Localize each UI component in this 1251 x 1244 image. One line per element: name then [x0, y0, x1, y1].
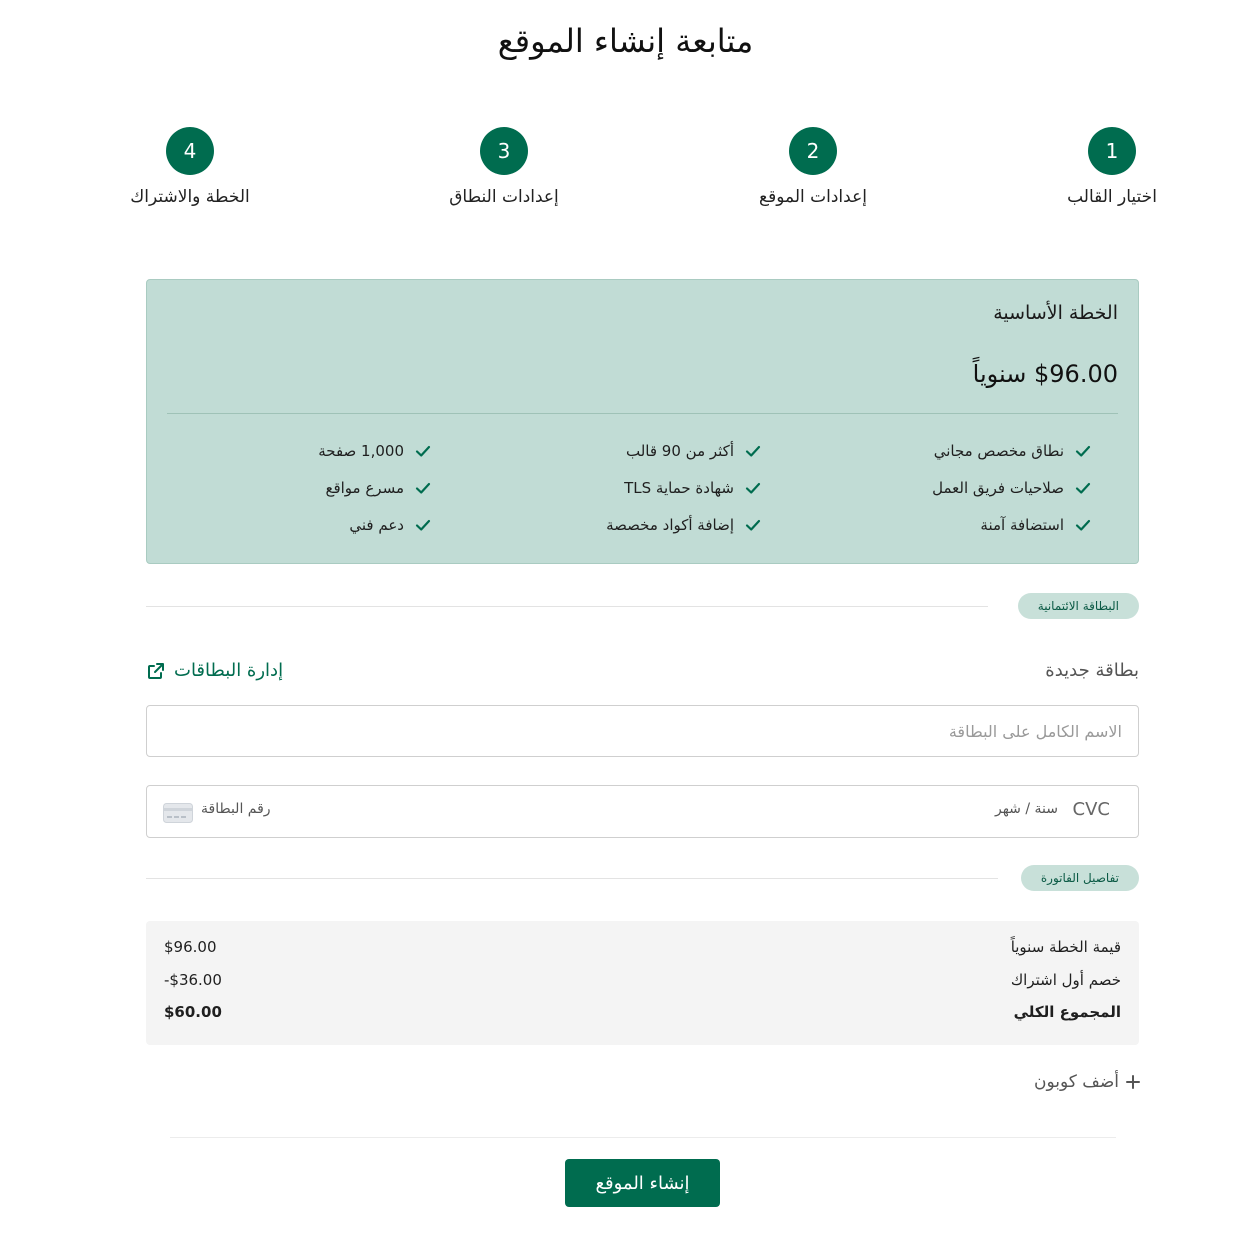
check-icon — [745, 482, 761, 494]
step-label: إعدادات النطاق — [449, 187, 559, 207]
feature-label: مسرع مواقع — [325, 479, 404, 497]
invoice-row: قيمة الخطة سنوياً $96.00 — [164, 938, 1121, 960]
step-number: 1 — [1088, 127, 1136, 175]
invoice-row-label: خصم أول اشتراك — [1010, 971, 1121, 989]
feature-label: استضافة آمنة — [980, 516, 1064, 534]
credit-card-badge: البطاقة الائتمانية — [1017, 593, 1139, 619]
cardholder-name-field[interactable] — [146, 705, 1139, 757]
plan-name: الخطة الأساسية — [993, 302, 1118, 324]
feature-label: أكثر من 90 قالب — [625, 442, 734, 460]
external-link-icon — [148, 662, 164, 679]
manage-cards-label: إدارة البطاقات — [174, 660, 284, 681]
step-label: الخطة والاشتراك — [130, 187, 250, 207]
feature-label: 1,000 صفحة — [318, 442, 404, 460]
credit-card-icon — [163, 803, 193, 823]
feature-label: شهادة حماية TLS — [624, 479, 734, 497]
feature-item: استضافة آمنة — [980, 516, 1092, 534]
feature-item: أكثر من 90 قالب — [626, 442, 762, 460]
check-icon — [415, 519, 431, 531]
invoice-row-label: قيمة الخطة سنوياً — [1010, 938, 1121, 956]
card-number-input[interactable]: رقم البطاقة — [201, 801, 271, 817]
invoice-total-label: المجموع الكلي — [1013, 1003, 1121, 1021]
step-plan-subscription[interactable]: 4 الخطة والاشتراك — [90, 127, 290, 207]
section-divider — [146, 606, 988, 607]
invoice-section-header: تفاصيل الفاتورة — [146, 865, 1139, 891]
check-icon — [415, 445, 431, 457]
invoice-summary: قيمة الخطة سنوياً $96.00 خصم أول اشتراك … — [146, 921, 1139, 1045]
credit-card-section-header: البطاقة الائتمانية — [146, 593, 1139, 619]
feature-label: صلاحيات فريق العمل — [932, 479, 1064, 497]
section-divider — [146, 878, 998, 879]
card-details-field[interactable]: CVC سنة / شهر رقم البطاقة — [146, 785, 1139, 838]
check-icon — [1075, 445, 1091, 457]
create-site-button[interactable]: إنشاء الموقع — [565, 1159, 720, 1207]
invoice-row-value: $96.00 — [164, 938, 217, 956]
manage-cards-link[interactable]: إدارة البطاقات — [146, 660, 283, 681]
page-title: متابعة إنشاء الموقع — [497, 22, 754, 60]
check-icon — [1075, 482, 1091, 494]
card-expiry-input[interactable]: سنة / شهر — [995, 801, 1058, 817]
card-cvc-input[interactable]: CVC — [1073, 799, 1110, 820]
feature-item: 1,000 صفحة — [318, 442, 432, 460]
feature-item: إضافة أكواد مخصصة — [606, 516, 762, 534]
invoice-total-row: المجموع الكلي $60.00 — [164, 1003, 1121, 1025]
step-label: إعدادات الموقع — [759, 187, 867, 207]
new-card-label: بطاقة جديدة — [1045, 660, 1139, 681]
plus-icon — [1126, 1075, 1140, 1089]
stepper: 1 اختيار القالب 2 إعدادات الموقع 3 إعداد… — [0, 127, 1251, 217]
step-label: اختيار القالب — [1067, 187, 1157, 207]
feature-item: مسرع مواقع — [325, 479, 432, 497]
step-number: 2 — [789, 127, 837, 175]
cardholder-name-input[interactable] — [147, 706, 1138, 756]
check-icon — [1075, 519, 1091, 531]
add-coupon-label: أضف كوبون — [1033, 1072, 1119, 1092]
add-coupon-button[interactable]: أضف كوبون — [1034, 1072, 1141, 1092]
feature-label: إضافة أكواد مخصصة — [606, 516, 734, 534]
step-number: 4 — [166, 127, 214, 175]
step-site-settings[interactable]: 2 إعدادات الموقع — [713, 127, 913, 207]
feature-label: دعم فني — [349, 516, 404, 534]
feature-item: صلاحيات فريق العمل — [932, 479, 1092, 497]
step-number: 3 — [480, 127, 528, 175]
plan-card: الخطة الأساسية $96.00 سنوياً نطاق مخصص م… — [146, 279, 1139, 564]
invoice-total-value: $60.00 — [164, 1003, 222, 1021]
invoice-badge: تفاصيل الفاتورة — [1020, 865, 1139, 891]
feature-label: نطاق مخصص مجاني — [933, 442, 1064, 460]
feature-item: دعم فني — [349, 516, 432, 534]
invoice-row-value: -$36.00 — [164, 971, 222, 989]
step-domain-settings[interactable]: 3 إعدادات النطاق — [404, 127, 604, 207]
step-template[interactable]: 1 اختيار القالب — [1012, 127, 1212, 207]
plan-price: $96.00 سنوياً — [972, 360, 1118, 388]
check-icon — [415, 482, 431, 494]
feature-item: نطاق مخصص مجاني — [934, 442, 1092, 460]
check-icon — [745, 519, 761, 531]
invoice-row: خصم أول اشتراك -$36.00 — [164, 971, 1121, 993]
feature-item: شهادة حماية TLS — [624, 479, 762, 497]
plan-divider — [167, 413, 1118, 414]
footer-divider — [170, 1137, 1116, 1138]
feature-list: نطاق مخصص مجاني أكثر من 90 قالب 1,000 صف… — [152, 442, 1092, 552]
check-icon — [745, 445, 761, 457]
